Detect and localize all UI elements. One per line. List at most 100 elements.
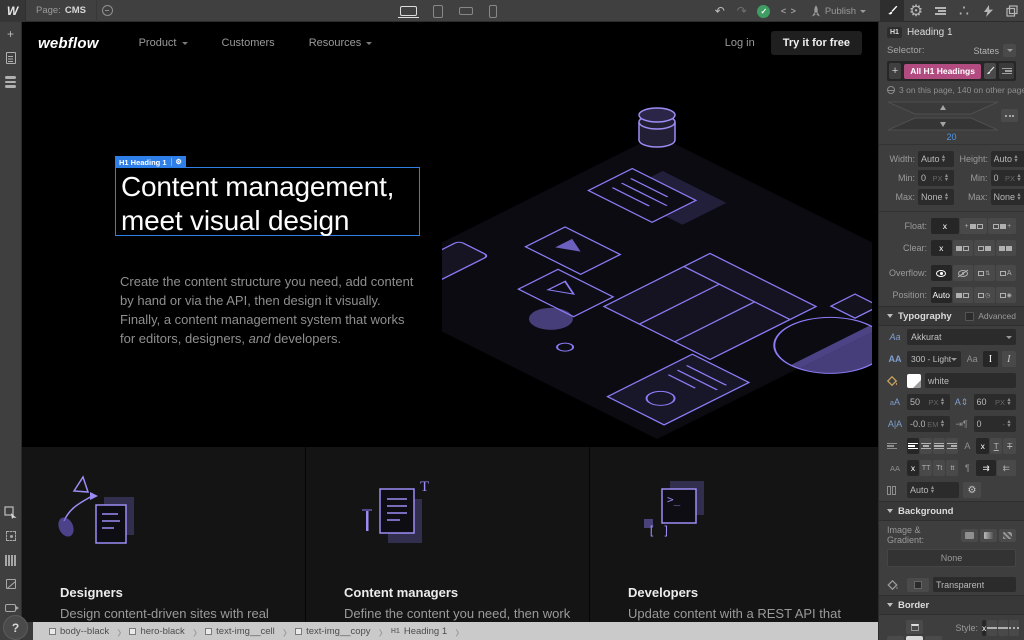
bg-color-swatch[interactable] bbox=[907, 577, 929, 592]
clear-none-button[interactable]: x bbox=[931, 240, 952, 256]
clear-right-button[interactable] bbox=[974, 240, 995, 256]
breadcrumb-item-cell[interactable]: text-img__cell bbox=[199, 626, 281, 637]
overflow-hidden-button[interactable] bbox=[952, 265, 973, 281]
letter-spacing-input[interactable]: -0.01EM▲▼ bbox=[907, 416, 950, 432]
columns-input[interactable]: Auto ▲ ▼ bbox=[907, 482, 959, 498]
hero-heading[interactable]: Content management, meet visual design bbox=[121, 170, 394, 238]
symbols-tab[interactable]: ∴ bbox=[952, 0, 976, 22]
advanced-toggle[interactable]: Advanced bbox=[965, 311, 1016, 321]
height-input[interactable]: Auto ▲ ▼ bbox=[990, 151, 1024, 167]
export-code-button[interactable]: < > bbox=[775, 0, 803, 22]
border-left-button[interactable] bbox=[887, 636, 904, 640]
card-developers[interactable]: >_ [ ] Developers Update content with a … bbox=[590, 447, 878, 622]
desktop-device-icon[interactable] bbox=[398, 6, 419, 18]
preview-toggle-button[interactable] bbox=[95, 0, 118, 22]
inheritance-menu-button[interactable] bbox=[999, 63, 1014, 79]
float-left-button[interactable]: + bbox=[959, 218, 988, 234]
overflow-scroll-button[interactable]: ⇅ bbox=[974, 265, 995, 281]
selector-field[interactable]: + All H1 Headings bbox=[887, 61, 1016, 81]
tablet-device-icon[interactable] bbox=[433, 4, 443, 18]
card-designers[interactable]: Designers Design content-driven sites wi… bbox=[22, 447, 306, 622]
border-style-none-button[interactable]: x bbox=[982, 620, 987, 636]
border-section-header[interactable]: Border bbox=[879, 595, 1024, 615]
stepper-icon[interactable]: ▲ ▼ bbox=[943, 192, 951, 202]
decoration-strikethrough-button[interactable]: T bbox=[1003, 438, 1016, 454]
element-settings-gear-icon[interactable]: ⚙ bbox=[170, 158, 182, 166]
columns-settings-button[interactable]: ⚙ bbox=[963, 482, 981, 498]
min-width-input[interactable]: 0 PX ▲ ▼ bbox=[918, 170, 954, 186]
background-section-header[interactable]: Background bbox=[879, 501, 1024, 521]
phone-portrait-device-icon[interactable] bbox=[489, 4, 497, 18]
width-input[interactable]: Auto ▲ ▼ bbox=[918, 151, 954, 167]
caps-none-button[interactable]: x bbox=[907, 460, 920, 476]
caps-capitalize-button[interactable]: Tt bbox=[933, 460, 946, 476]
hero-paragraph[interactable]: Create the content structure you need, a… bbox=[120, 272, 422, 348]
bg-overlay-button[interactable] bbox=[999, 528, 1016, 542]
border-style-dashed-button[interactable] bbox=[998, 620, 1009, 636]
position-absolute-button[interactable]: ◷ bbox=[974, 287, 995, 303]
breadcrumb-item-heading[interactable]: H1 Heading 1 bbox=[385, 626, 453, 637]
hero-isometric-illustration[interactable] bbox=[442, 92, 872, 447]
float-right-button[interactable]: + bbox=[988, 218, 1017, 234]
text-indent-input[interactable]: 0- ▲ ▼ bbox=[973, 416, 1016, 432]
cms-collections-button[interactable] bbox=[0, 70, 22, 94]
style-brush-button[interactable] bbox=[983, 63, 997, 79]
stepper-icon[interactable]: ▲ ▼ bbox=[940, 154, 948, 164]
states-dropdown[interactable]: States bbox=[973, 44, 1016, 57]
align-right-button[interactable] bbox=[946, 438, 959, 454]
style-italic-button[interactable]: I bbox=[1001, 351, 1016, 367]
align-center-button[interactable] bbox=[920, 438, 933, 454]
try-free-button[interactable]: Try it for free bbox=[770, 31, 862, 55]
border-top-button[interactable] bbox=[906, 620, 923, 634]
style-tab[interactable] bbox=[880, 0, 904, 22]
align-justify-button[interactable] bbox=[933, 438, 946, 454]
font-size-input[interactable]: 50 PX ▲ ▼ bbox=[907, 394, 950, 410]
max-width-input[interactable]: None ▲ ▼ bbox=[918, 189, 954, 205]
caps-lowercase-button[interactable]: tt bbox=[946, 460, 959, 476]
max-height-input[interactable]: None ▲ ▼ bbox=[990, 189, 1024, 205]
site-navbar[interactable]: webflow Product Customers Resources Log … bbox=[22, 22, 878, 64]
border-style-dotted-button[interactable] bbox=[1009, 620, 1020, 636]
overflow-visible-button[interactable] bbox=[931, 265, 952, 281]
redo-button[interactable]: ↷ bbox=[731, 0, 753, 22]
stepper-icon[interactable]: ▲ ▼ bbox=[1005, 419, 1013, 429]
spacing-more-button[interactable] bbox=[1001, 109, 1018, 122]
margin-bottom-value[interactable]: 20 bbox=[879, 132, 1024, 142]
add-class-button[interactable]: + bbox=[889, 63, 902, 79]
position-relative-button[interactable] bbox=[952, 287, 973, 303]
font-weight-select[interactable]: 300 - Light bbox=[907, 351, 962, 367]
page-indicator[interactable]: Page: CMS bbox=[26, 0, 96, 22]
nav-link-customers[interactable]: Customers bbox=[222, 37, 275, 49]
bg-image-button[interactable] bbox=[961, 528, 978, 542]
decoration-underline-button[interactable]: T bbox=[989, 438, 1003, 454]
direction-ltr-button[interactable]: ⇉ bbox=[976, 460, 996, 476]
interactions-tab[interactable] bbox=[976, 0, 1000, 22]
margin-padding-diagram[interactable] bbox=[885, 101, 1001, 131]
clear-left-button[interactable] bbox=[952, 240, 973, 256]
line-height-input[interactable]: 60 PX ▲ ▼ bbox=[973, 394, 1016, 410]
font-color-input[interactable]: white bbox=[925, 373, 1016, 388]
clear-both-button[interactable] bbox=[995, 240, 1016, 256]
decoration-none-button[interactable]: x bbox=[976, 438, 989, 454]
min-height-input[interactable]: 0 PX ▲ ▼ bbox=[990, 170, 1024, 186]
webflow-app-logo[interactable]: W bbox=[0, 0, 26, 22]
position-fixed-button[interactable]: ◉ bbox=[995, 287, 1016, 303]
overflow-auto-button[interactable]: A bbox=[995, 265, 1016, 281]
style-manager-tab[interactable] bbox=[928, 0, 952, 22]
bg-gradient-button[interactable] bbox=[980, 528, 997, 542]
login-link[interactable]: Log in bbox=[725, 37, 755, 49]
selected-element-badge[interactable]: H1 Heading 1 ⚙ bbox=[115, 156, 186, 168]
stepper-icon[interactable]: ▲ ▼ bbox=[939, 419, 947, 429]
pages-button[interactable] bbox=[0, 46, 22, 70]
style-regular-button[interactable]: I bbox=[983, 351, 998, 367]
border-all-button[interactable] bbox=[906, 636, 923, 640]
bg-color-input[interactable]: Transparent bbox=[933, 577, 1016, 592]
card-content-managers[interactable]: T Content managers Define the content yo… bbox=[306, 447, 590, 622]
float-none-button[interactable]: x bbox=[931, 218, 959, 234]
border-right-button[interactable] bbox=[925, 636, 942, 640]
spacing-widget[interactable]: 20 bbox=[879, 99, 1024, 145]
stepper-icon[interactable]: ▲ ▼ bbox=[1015, 192, 1023, 202]
selector-class-chip[interactable]: All H1 Headings bbox=[904, 63, 981, 79]
assets-tab[interactable] bbox=[1000, 0, 1024, 22]
nav-link-product[interactable]: Product bbox=[139, 37, 188, 49]
